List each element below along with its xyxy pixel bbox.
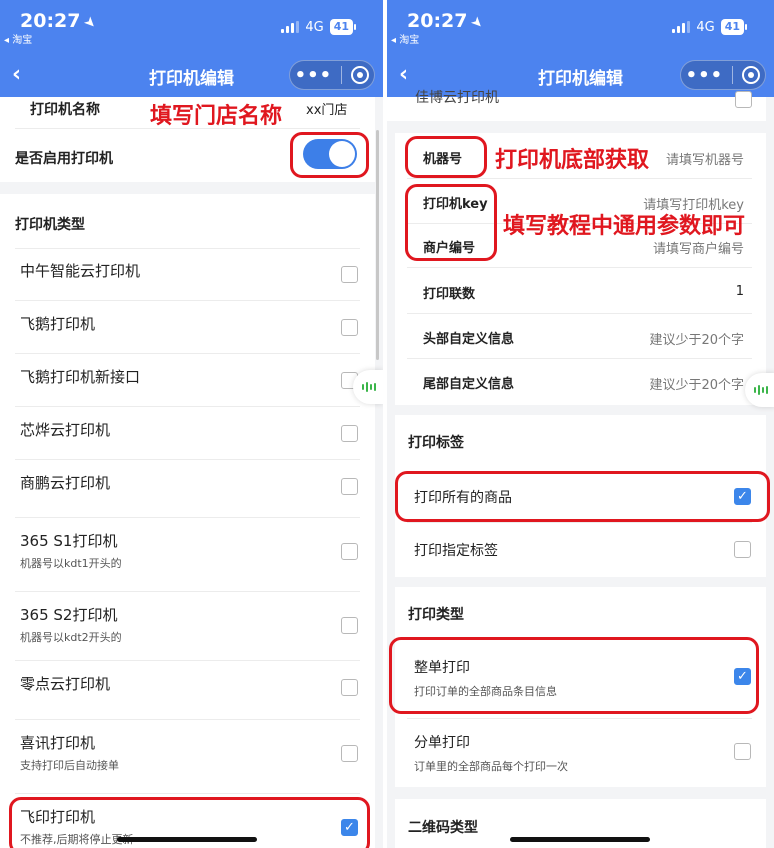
app-header: 20:27➤ ◂ 淘宝 4G 41 ‹ 打印机编辑 ••• <box>0 0 383 97</box>
checkbox-icon[interactable] <box>341 319 358 336</box>
left-screen: 20:27➤ ◂ 淘宝 4G 41 ‹ 打印机编辑 ••• 打印机名称 xx门店… <box>0 0 383 848</box>
printer-type-name: 芯烨云打印机 <box>20 421 111 439</box>
field-input[interactable]: 1 <box>736 284 744 299</box>
battery-icon: 41 <box>329 19 357 35</box>
checkbox-icon[interactable] <box>341 425 358 442</box>
checkbox-icon[interactable] <box>734 743 751 760</box>
field-input[interactable]: 建议少于20个字 <box>649 329 744 348</box>
label-option-name: 打印指定标签 <box>414 543 498 559</box>
field-label: 打印联数 <box>423 287 476 302</box>
printer-name-label: 打印机名称 <box>30 102 100 118</box>
field-label: 头部自定义信息 <box>423 332 515 347</box>
printer-type-name: 365 S1打印机 <box>20 532 118 550</box>
divider <box>15 793 360 794</box>
annotation-box-toggle <box>290 132 369 178</box>
status-time: 20:27➤ <box>407 10 488 33</box>
signal-icon <box>672 21 691 33</box>
annotation-common-params: 填写教程中通用参数即可 <box>503 214 746 239</box>
voice-float-icon[interactable] <box>353 370 383 404</box>
printer-type-name: 365 S2打印机 <box>20 606 118 624</box>
target-icon[interactable] <box>351 66 370 84</box>
right-screen: 20:27➤ ◂ 淘宝 4G 41 ‹ 打印机编辑 ••• 佳博云打印机 机器号… <box>387 0 774 848</box>
status-indicators: 4G 41 <box>281 19 357 35</box>
printer-type-note: 机器号以kdt1开头的 <box>20 557 122 570</box>
divider <box>407 522 752 523</box>
qrcode-section-title: 二维码类型 <box>408 820 478 836</box>
network-type: 4G <box>696 19 715 35</box>
location-arrow-icon: ➤ <box>80 13 101 33</box>
list-item: 佳博云打印机 <box>415 90 499 106</box>
divider <box>407 313 752 314</box>
status-time: 20:27➤ <box>20 10 101 33</box>
enable-printer-label: 是否启用打印机 <box>15 151 113 167</box>
target-icon[interactable] <box>742 66 761 84</box>
divider <box>15 406 360 407</box>
printer-name-input[interactable]: xx门店 <box>306 99 347 118</box>
printer-type-name: 飞鹅打印机新接口 <box>20 368 141 386</box>
more-dots-icon[interactable]: ••• <box>686 65 724 86</box>
print-type-note: 订单里的全部商品每个打印一次 <box>414 760 568 773</box>
divider <box>407 178 752 179</box>
more-dots-icon[interactable]: ••• <box>295 65 333 86</box>
checkbox-icon[interactable] <box>341 543 358 560</box>
printer-type-section-title: 打印机类型 <box>15 217 85 233</box>
annotation-machine-no: 打印机底部获取 <box>495 148 650 173</box>
annotation-box-key <box>405 184 497 261</box>
miniprogram-capsule: ••• <box>289 60 375 90</box>
field-label: 尾部自定义信息 <box>423 377 515 392</box>
status-indicators: 4G 41 <box>672 19 748 35</box>
capsule-divider <box>732 66 734 84</box>
annotation-box-all-goods <box>395 471 770 522</box>
signal-icon <box>281 21 300 33</box>
network-type: 4G <box>305 19 324 35</box>
app-header: 20:27➤ ◂ 淘宝 4G 41 ‹ 打印机编辑 ••• <box>387 0 774 97</box>
partial-type-card: 佳博云打印机 <box>387 90 766 121</box>
battery-icon: 41 <box>720 19 748 35</box>
printer-type-name: 商鹏云打印机 <box>20 474 111 492</box>
scrollbar[interactable] <box>376 130 379 360</box>
home-indicator <box>117 837 257 842</box>
printer-type-note: 机器号以kdt2开头的 <box>20 631 122 644</box>
divider <box>15 517 360 518</box>
annotation-box-machine-no <box>405 136 487 178</box>
checkbox-icon[interactable] <box>735 91 752 108</box>
location-arrow-icon: ➤ <box>467 13 488 33</box>
field-input[interactable]: 建议少于20个字 <box>649 374 744 393</box>
back-to-app-link[interactable]: ◂ 淘宝 <box>391 31 419 46</box>
divider <box>15 353 360 354</box>
printer-type-note: 支持打印后自动接单 <box>20 759 119 772</box>
annotation-store-name: 填写门店名称 <box>150 104 283 129</box>
divider <box>15 459 360 460</box>
miniprogram-capsule: ••• <box>680 60 766 90</box>
printer-type-name: 零点云打印机 <box>20 675 111 693</box>
divider <box>407 267 752 268</box>
voice-float-icon[interactable] <box>745 373 774 407</box>
checkbox-icon[interactable] <box>341 266 358 283</box>
checkbox-icon[interactable] <box>341 617 358 634</box>
divider <box>407 718 752 719</box>
back-to-app-link[interactable]: ◂ 淘宝 <box>4 31 32 46</box>
divider <box>15 248 360 249</box>
divider <box>15 591 360 592</box>
checkbox-icon[interactable] <box>341 745 358 762</box>
checkbox-icon[interactable] <box>734 541 751 558</box>
divider <box>15 660 360 661</box>
divider <box>407 358 752 359</box>
printer-type-name: 飞鹅打印机 <box>20 315 96 333</box>
annotation-box-whole-order <box>389 637 759 714</box>
field-input[interactable]: 请填写机器号 <box>666 149 744 168</box>
printer-type-name: 喜讯打印机 <box>20 734 96 752</box>
print-label-section-title: 打印标签 <box>408 435 464 451</box>
capsule-divider <box>341 66 343 84</box>
print-type-name: 分单打印 <box>414 735 470 751</box>
divider <box>15 719 360 720</box>
divider <box>15 300 360 301</box>
checkbox-icon[interactable] <box>341 478 358 495</box>
checkbox-icon[interactable] <box>341 679 358 696</box>
home-indicator <box>510 837 650 842</box>
printer-type-name: 中午智能云打印机 <box>20 262 141 280</box>
print-type-section-title: 打印类型 <box>408 607 464 623</box>
field-input[interactable]: 请填写商户编号 <box>653 238 744 257</box>
